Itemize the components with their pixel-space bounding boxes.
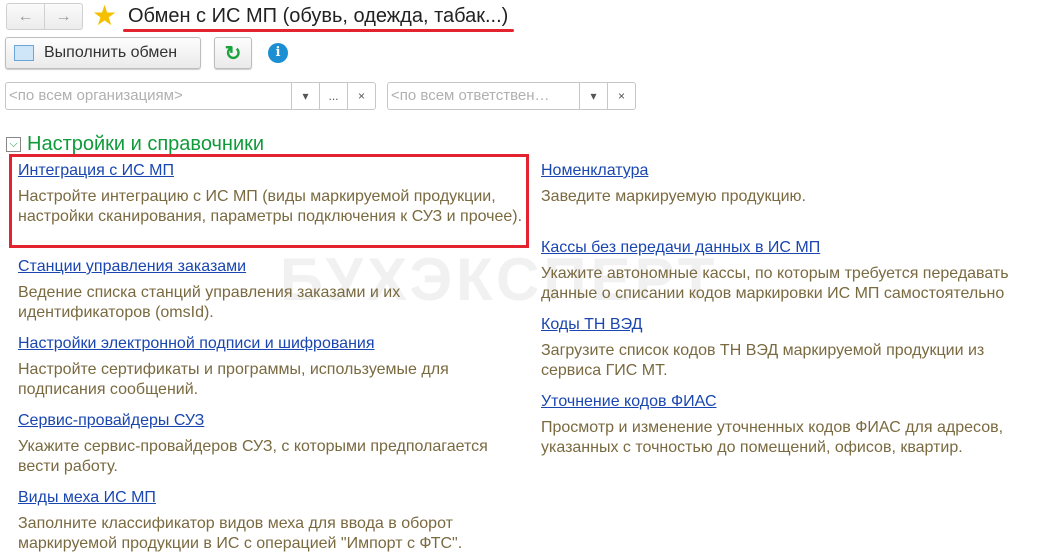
list-item: Интеграция с ИС МП Настройте интеграцию с…	[18, 161, 528, 227]
envelope-icon	[14, 45, 34, 61]
item-link[interactable]: Станции управления заказами	[18, 257, 528, 277]
forward-button[interactable]: →	[45, 4, 82, 29]
list-item: Коды ТН ВЭД Загрузите список кодов ТН ВЭД…	[541, 315, 1041, 381]
organization-filter[interactable]: <по всем организациям> ▾ ... ×	[5, 82, 376, 110]
item-link[interactable]: Виды меха ИС МП	[18, 488, 528, 508]
list-item: Номенклатура Заведите маркируемую продукц…	[541, 161, 1041, 207]
run-exchange-button[interactable]: Выполнить обмен	[5, 37, 201, 69]
item-description: Укажите автономные кассы, по которым тре…	[541, 265, 1009, 302]
organization-select-button[interactable]: ...	[319, 83, 347, 109]
list-item: Виды меха ИС МП Заполните классификатор в…	[18, 488, 528, 554]
list-item: Сервис-провайдеры СУЗ Укажите сервис-пров…	[18, 411, 528, 477]
page-title: Обмен с ИС МП (обувь, одежда, табак...)	[128, 5, 509, 27]
responsible-input[interactable]: <по всем ответствен…	[388, 83, 579, 109]
back-button[interactable]: ←	[7, 4, 45, 29]
item-description: Просмотр и изменение уточненных кодов ФИ…	[541, 419, 1004, 456]
item-description: Настройте интеграцию с ИС МП (виды марки…	[18, 188, 523, 225]
info-icon[interactable]: i	[268, 43, 288, 63]
responsible-dropdown-button[interactable]: ▾	[579, 83, 607, 109]
list-item: Настройки электронной подписи и шифрован…	[18, 334, 528, 400]
item-link[interactable]: Номенклатура	[541, 161, 1041, 181]
responsible-filter[interactable]: <по всем ответствен… ▾ ×	[387, 82, 636, 110]
list-item: Станции управления заказами Ведение списк…	[18, 257, 528, 323]
section-header[interactable]: ⌵ Настройки и справочники	[6, 133, 264, 156]
item-description: Заведите маркируемую продукцию.	[541, 188, 806, 205]
item-link[interactable]: Настройки электронной подписи и шифрован…	[18, 334, 528, 354]
item-description: Настройте сертификаты и программы, испол…	[18, 361, 449, 398]
refresh-icon: ↻	[224, 42, 242, 65]
nav-buttons: ← →	[6, 3, 83, 30]
item-description: Заполните классификатор видов меха для в…	[18, 515, 463, 552]
item-link[interactable]: Коды ТН ВЭД	[541, 315, 1041, 335]
section-title: Настройки и справочники	[27, 133, 265, 155]
item-link[interactable]: Сервис-провайдеры СУЗ	[18, 411, 528, 431]
item-link[interactable]: Уточнение кодов ФИАС	[541, 392, 1041, 412]
item-description: Загрузите список кодов ТН ВЭД маркируемо…	[541, 342, 985, 379]
favorite-star-icon[interactable]: ★	[92, 2, 117, 30]
item-link[interactable]: Кассы без передачи данных в ИС МП	[541, 238, 1041, 258]
organization-dropdown-button[interactable]: ▾	[291, 83, 319, 109]
list-item: Уточнение кодов ФИАС Просмотр и изменение…	[541, 392, 1041, 458]
organization-clear-button[interactable]: ×	[347, 83, 375, 109]
item-link[interactable]: Интеграция с ИС МП	[18, 161, 528, 181]
list-item: Кассы без передачи данных в ИС МП Укажите…	[541, 238, 1041, 304]
title-underline-annotation	[123, 29, 514, 32]
refresh-button[interactable]: ↻	[214, 37, 252, 69]
organization-input[interactable]: <по всем организациям>	[6, 83, 291, 109]
run-exchange-label: Выполнить обмен	[44, 44, 178, 61]
item-description: Ведение списка станций управления заказа…	[18, 284, 401, 321]
item-description: Укажите сервис-провайдеров СУЗ, с которы…	[18, 438, 488, 475]
responsible-clear-button[interactable]: ×	[607, 83, 635, 109]
collapse-toggle-icon[interactable]: ⌵	[6, 137, 21, 152]
